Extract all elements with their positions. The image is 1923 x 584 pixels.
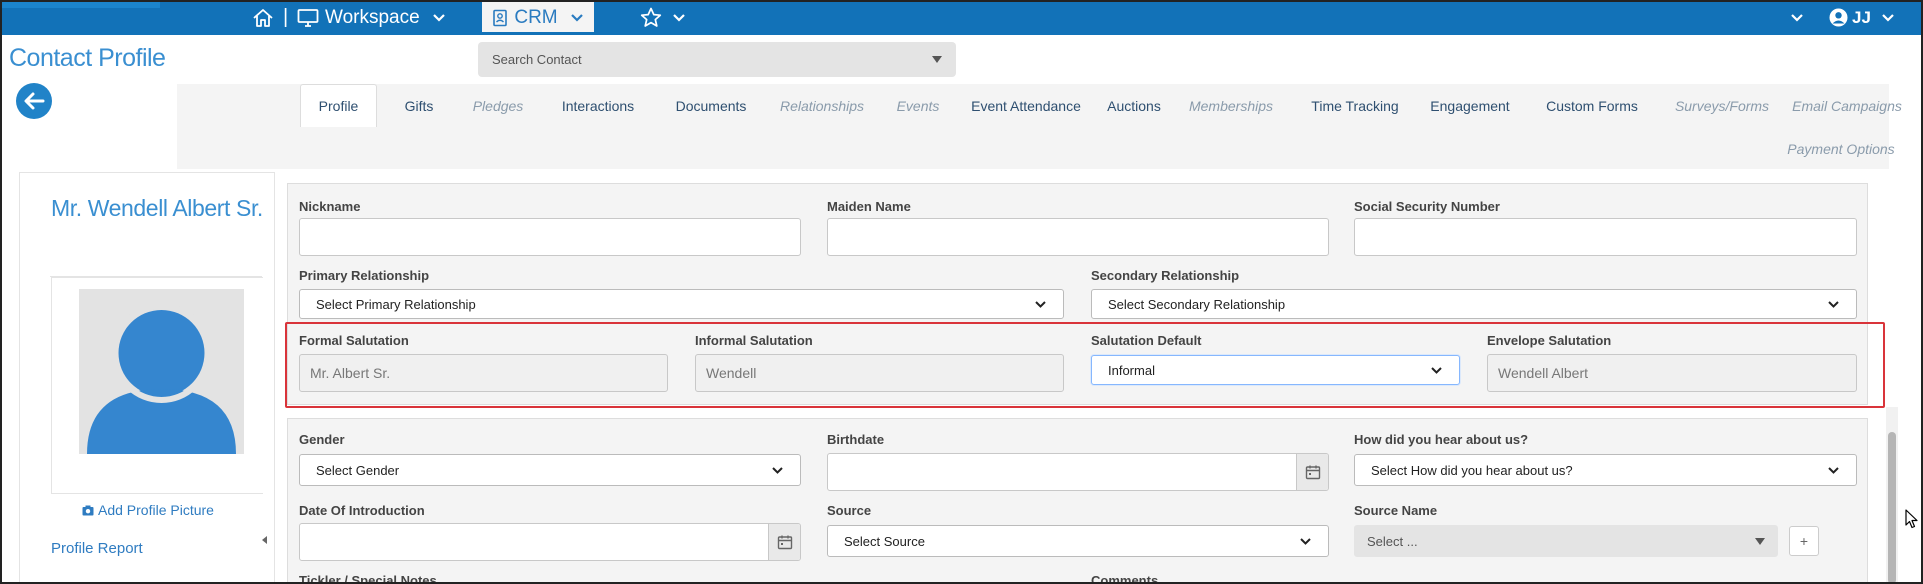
user-circle-icon [1829,8,1848,27]
gender-label: Gender [299,432,345,447]
tab-pledges: Pledges [472,97,524,114]
tab-payment-options: Payment Options [1787,140,1895,157]
secondary-relationship-select[interactable]: Select Secondary Relationship [1091,289,1857,319]
scrollbar-thumb[interactable] [1888,432,1896,584]
favorites-menu[interactable] [640,0,686,35]
chevron-down-icon [1790,13,1804,23]
contact-name: Mr. Wendell Albert Sr. [51,195,263,221]
collapse-sidebar-icon[interactable] [262,536,267,544]
home-button[interactable] [252,0,274,35]
heard-about-label: How did you hear about us? [1354,432,1529,447]
add-source-name-button[interactable]: + [1789,526,1819,556]
tab-email-campaigns: Email Campaigns [1792,97,1902,114]
gender-value: Select Gender [316,462,400,478]
calendar-icon [1305,464,1321,480]
page-title: Contact Profile [9,44,166,72]
source-value: Select Source [844,533,925,549]
crm-menu-tab[interactable]: CRM [482,0,594,35]
comments-label: Comments [1091,573,1159,584]
add-profile-picture-label: Add Profile Picture [98,502,214,518]
chevron-down-icon [1299,537,1312,546]
address-book-icon [492,9,508,27]
primary-relationship-value: Select Primary Relationship [316,296,476,312]
home-icon [252,8,274,28]
maiden-name-label: Maiden Name [827,199,911,214]
nickname-label: Nickname [299,199,361,214]
profile-tabs-bar: Profile Gifts Pledges Interactions Docum… [177,84,1902,169]
primary-relationship-label: Primary Relationship [299,268,430,283]
tab-interactions[interactable]: Interactions [541,84,655,127]
mouse-cursor-icon [1905,509,1919,529]
date-of-introduction-label: Date Of Introduction [299,503,425,518]
person-silhouette-icon [79,289,244,454]
ssn-input[interactable] [1354,218,1857,256]
ssn-label: Social Security Number [1354,199,1500,214]
topbar-separator: | [283,6,289,28]
monitor-icon [297,8,319,28]
date-of-introduction-input[interactable] [299,523,801,561]
calendar-icon [777,534,793,550]
star-icon [640,7,662,28]
workspace-menu[interactable]: Workspace [297,0,446,35]
top-bar-accent-strip [0,0,160,8]
chevron-down-icon [1881,13,1895,23]
chevron-down-icon [1034,300,1047,309]
camera-icon [82,505,94,516]
calendar-button[interactable] [1296,454,1328,490]
source-name-label: Source Name [1354,503,1438,518]
profile-report-link[interactable]: Profile Report [51,540,143,557]
back-button[interactable] [16,83,52,119]
chevron-down-icon [432,13,446,23]
workspace-label: Workspace [325,6,420,28]
chevron-down-icon [771,466,784,475]
top-navigation-bar: | Workspace CRM JJ [0,0,1923,35]
source-label: Source [827,503,872,518]
chevron-down-icon [1827,466,1840,475]
birthdate-input[interactable] [827,453,1329,491]
tab-time-tracking[interactable]: Time Tracking [1287,84,1423,127]
heard-about-select[interactable]: Select How did you hear about us? [1354,454,1857,486]
avatar [79,289,244,454]
tab-engagement[interactable]: Engagement [1408,84,1532,127]
tickler-notes-label: Tickler / Special Notes [299,573,437,584]
source-select[interactable]: Select Source [827,525,1329,557]
arrow-left-icon [23,91,45,111]
primary-relationship-select[interactable]: Select Primary Relationship [299,289,1064,319]
nickname-input[interactable] [299,218,801,256]
tab-profile[interactable]: Profile [300,84,377,127]
tab-memberships: Memberships [1188,97,1274,114]
secondary-relationship-label: Secondary Relationship [1091,268,1240,283]
tab-gifts[interactable]: Gifts [386,84,452,127]
heard-about-value: Select How did you hear about us? [1371,462,1573,478]
source-name-select[interactable]: Select ... [1354,525,1778,557]
caret-down-icon [1755,537,1765,545]
search-contact-dropdown[interactable]: Search Contact [478,42,956,77]
search-contact-placeholder: Search Contact [492,52,582,67]
caret-down-icon [932,56,942,63]
user-menu[interactable]: JJ [1829,0,1895,35]
calendar-button[interactable] [768,524,800,560]
salutation-highlight-box [285,322,1885,408]
chevron-down-icon [570,13,584,23]
chevron-down-icon [672,13,686,23]
add-profile-picture-link[interactable]: Add Profile Picture [82,502,214,518]
user-initials: JJ [1852,7,1871,27]
secondary-relationship-value: Select Secondary Relationship [1108,296,1286,312]
crm-label: CRM [514,6,558,28]
gender-select[interactable]: Select Gender [299,454,801,486]
chevron-down-icon [1827,300,1840,309]
birthdate-label: Birthdate [827,432,885,447]
apps-dropdown[interactable] [1790,0,1804,35]
source-name-value: Select ... [1367,533,1418,549]
maiden-name-input[interactable] [827,218,1329,256]
